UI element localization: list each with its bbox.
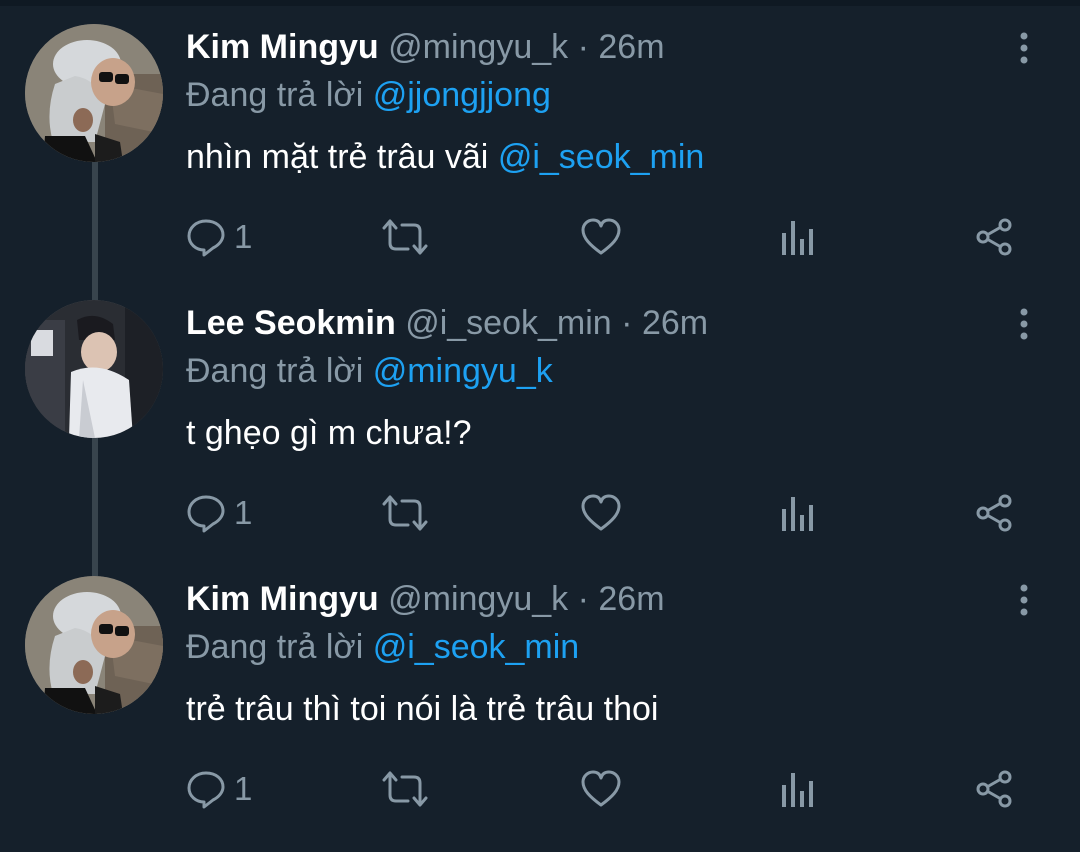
more-vertical-icon: [1020, 308, 1028, 340]
replying-prefix: Đang trả lời: [186, 628, 364, 666]
share-icon: [976, 770, 1012, 808]
replying-to-mention[interactable]: @mingyu_k: [373, 352, 553, 390]
replying-prefix: Đang trả lời: [186, 76, 364, 114]
tweet-actions: 1: [0, 766, 1080, 812]
user-handle[interactable]: @mingyu_k: [388, 28, 568, 66]
timestamp[interactable]: 26m: [598, 28, 664, 66]
tweet[interactable]: Kim Mingyu @mingyu_k · 26m Đang trả lời …: [0, 576, 1080, 852]
retweet-icon: [382, 495, 428, 531]
retweet-icon: [382, 219, 428, 255]
more-options-button[interactable]: [1010, 582, 1038, 622]
heart-icon: [581, 218, 621, 255]
display-name[interactable]: Kim Mingyu: [186, 28, 379, 66]
retweet-button[interactable]: [382, 214, 428, 260]
tweet-header: Lee Seokmin @i_seok_min · 26m: [186, 300, 708, 346]
replying-to: Đang trả lời @mingyu_k: [186, 348, 553, 394]
like-button[interactable]: [580, 214, 622, 260]
replying-to: Đang trả lời @i_seok_min: [186, 624, 579, 670]
user-handle[interactable]: @mingyu_k: [388, 580, 568, 618]
tweet-text-content: t ghẹo gì m chưa!?: [186, 414, 472, 452]
analytics-icon: [782, 221, 813, 255]
separator-dot: ·: [621, 304, 633, 342]
reply-button[interactable]: 1: [186, 766, 252, 812]
timestamp[interactable]: 26m: [642, 304, 708, 342]
tweet[interactable]: Lee Seokmin @i_seok_min · 26m Đang trả l…: [0, 300, 1080, 576]
tweet-header: Kim Mingyu @mingyu_k · 26m: [186, 576, 665, 622]
separator-dot: ·: [577, 580, 589, 618]
reply-icon: [187, 495, 225, 533]
avatar-photo-mingyu-icon: [25, 24, 163, 162]
retweet-button[interactable]: [382, 766, 428, 812]
top-edge: [0, 0, 1080, 6]
avatar-photo-mingyu-icon: [25, 576, 163, 714]
display-name[interactable]: Lee Seokmin: [186, 304, 396, 342]
share-icon: [976, 218, 1012, 256]
reply-icon: [187, 771, 225, 809]
analytics-icon: [782, 773, 813, 807]
share-icon: [976, 494, 1012, 532]
tweet-header: Kim Mingyu @mingyu_k · 26m: [186, 24, 665, 70]
tweet-text-content: trẻ trâu thì toi nói là trẻ trâu thoi: [186, 690, 659, 728]
reply-button[interactable]: 1: [186, 214, 252, 260]
display-name[interactable]: Kim Mingyu: [186, 580, 379, 618]
avatar[interactable]: [25, 576, 163, 714]
share-button[interactable]: [974, 766, 1014, 812]
retweet-icon: [382, 771, 428, 807]
avatar[interactable]: [25, 24, 163, 162]
heart-icon: [581, 770, 621, 807]
tweet-text-content: nhìn mặt trẻ trâu vãi: [186, 138, 498, 176]
reply-count: 1: [234, 494, 253, 531]
tweet-actions: 1: [0, 214, 1080, 260]
more-options-button[interactable]: [1010, 306, 1038, 346]
heart-icon: [581, 494, 621, 531]
more-vertical-icon: [1020, 32, 1028, 64]
avatar-photo-seokmin-icon: [25, 300, 163, 438]
replying-to: Đang trả lời @jjongjjong: [186, 72, 551, 118]
timestamp[interactable]: 26m: [598, 580, 664, 618]
share-button[interactable]: [974, 490, 1014, 536]
replying-prefix: Đang trả lời: [186, 352, 364, 390]
tweet-text: t ghẹo gì m chưa!?: [186, 410, 471, 456]
tweet-text: nhìn mặt trẻ trâu vãi @i_seok_min: [186, 134, 704, 180]
share-button[interactable]: [974, 214, 1014, 260]
reply-icon: [187, 219, 225, 257]
like-button[interactable]: [580, 490, 622, 536]
avatar[interactable]: [25, 300, 163, 438]
analytics-icon: [782, 497, 813, 531]
more-options-button[interactable]: [1010, 30, 1038, 70]
retweet-button[interactable]: [382, 490, 428, 536]
reply-button[interactable]: 1: [186, 490, 252, 536]
analytics-button[interactable]: [780, 766, 814, 812]
separator-dot: ·: [577, 28, 589, 66]
tweet-text-mention[interactable]: @i_seok_min: [498, 138, 705, 176]
tweet-text: trẻ trâu thì toi nói là trẻ trâu thoi: [186, 686, 658, 732]
tweet[interactable]: Kim Mingyu @mingyu_k · 26m Đang trả lời …: [0, 24, 1080, 300]
replying-to-mention[interactable]: @jjongjjong: [373, 76, 551, 114]
user-handle[interactable]: @i_seok_min: [405, 304, 612, 342]
analytics-button[interactable]: [780, 214, 814, 260]
reply-count: 1: [234, 770, 253, 807]
tweet-actions: 1: [0, 490, 1080, 536]
reply-count: 1: [234, 218, 253, 255]
more-vertical-icon: [1020, 584, 1028, 616]
analytics-button[interactable]: [780, 490, 814, 536]
like-button[interactable]: [580, 766, 622, 812]
replying-to-mention[interactable]: @i_seok_min: [373, 628, 580, 666]
